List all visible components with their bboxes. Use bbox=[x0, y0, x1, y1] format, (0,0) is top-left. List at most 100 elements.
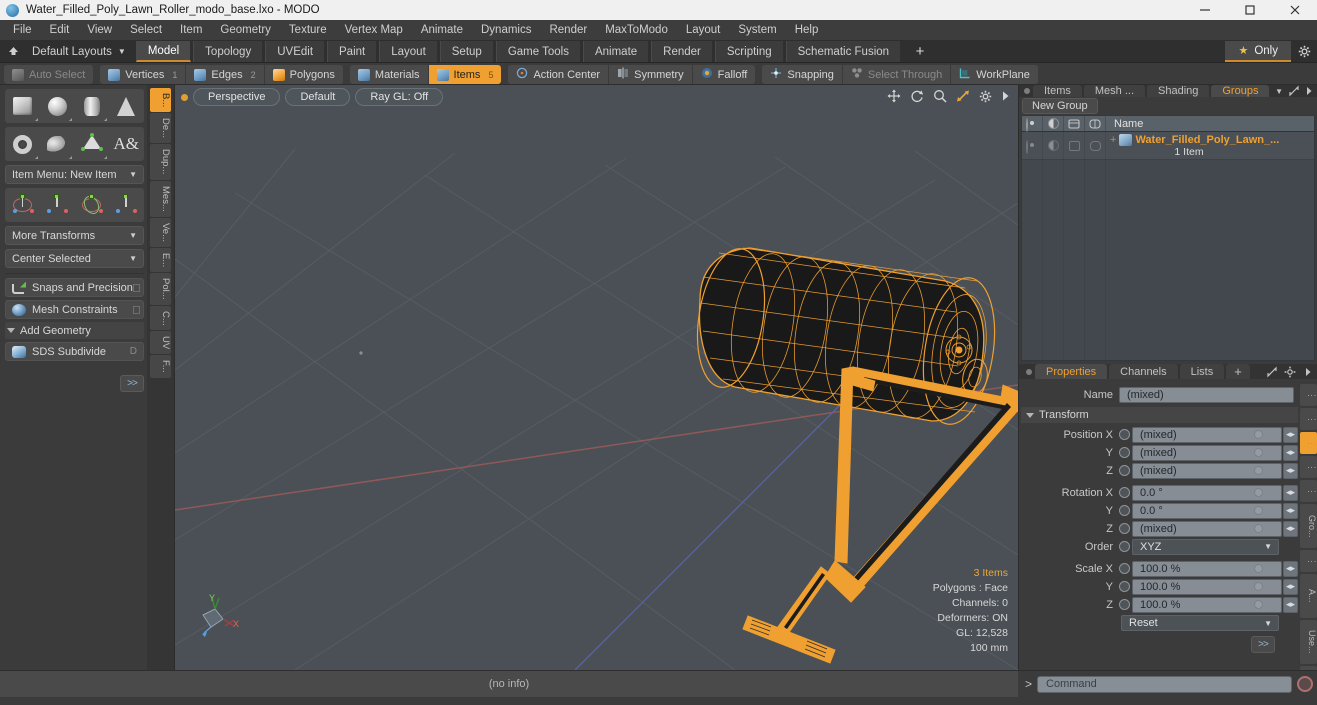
record-icon[interactable] bbox=[1297, 676, 1313, 692]
pvt-spacer-4[interactable]: ⋮ bbox=[1300, 480, 1317, 502]
only-toggle[interactable]: ★ Only bbox=[1225, 41, 1291, 62]
viewport-3d[interactable]: Perspective Default Ray GL: Off 3 Items … bbox=[175, 85, 1018, 670]
tab-channels[interactable]: Channels bbox=[1109, 364, 1178, 379]
snaps-and-precision-button[interactable]: Snaps and Precision bbox=[5, 278, 144, 297]
pvt-user[interactable]: Use... bbox=[1300, 620, 1317, 664]
tab-model[interactable]: Model bbox=[135, 41, 192, 62]
scale-tool[interactable] bbox=[75, 189, 109, 221]
minimize-button[interactable] bbox=[1182, 0, 1227, 20]
tab-shading[interactable]: Shading bbox=[1147, 85, 1210, 97]
vtab-vertex[interactable]: Ve... bbox=[150, 217, 171, 247]
menu-item-animate[interactable]: Animate bbox=[412, 20, 472, 40]
pan-icon[interactable] bbox=[887, 89, 901, 103]
rotation-x-radio[interactable] bbox=[1119, 487, 1130, 498]
vtab-fusion[interactable]: F... bbox=[150, 355, 171, 379]
properties-menu-arrow-icon[interactable] bbox=[1299, 364, 1317, 379]
menu-item-view[interactable]: View bbox=[78, 20, 121, 40]
text-tool[interactable]: A& bbox=[109, 128, 143, 160]
tab-mesh-ops[interactable]: Mesh ... bbox=[1083, 85, 1145, 97]
rotation-y-field[interactable]: 0.0 ° bbox=[1132, 502, 1282, 519]
position-x-stepper[interactable]: ◂▸ bbox=[1283, 426, 1298, 443]
pvt-spacer-2[interactable]: ⋮ bbox=[1300, 408, 1317, 430]
menu-item-item[interactable]: Item bbox=[171, 20, 211, 40]
position-x-radio[interactable] bbox=[1119, 429, 1130, 440]
position-y-radio[interactable] bbox=[1119, 447, 1130, 458]
position-y-stepper[interactable]: ◂▸ bbox=[1283, 444, 1298, 461]
position-z-field[interactable]: (mixed) bbox=[1132, 462, 1282, 479]
perspective-dropdown[interactable]: Perspective bbox=[193, 88, 281, 106]
panel-maximize-icon[interactable] bbox=[1287, 85, 1302, 97]
menu-item-help[interactable]: Help bbox=[786, 20, 828, 40]
position-x-field[interactable]: (mixed) bbox=[1132, 426, 1282, 443]
order-radio[interactable] bbox=[1119, 541, 1130, 552]
fit-icon[interactable] bbox=[956, 89, 970, 103]
tab-animate[interactable]: Animate bbox=[582, 41, 650, 62]
tab-scripting[interactable]: Scripting bbox=[714, 41, 784, 62]
tab-properties[interactable]: Properties bbox=[1035, 364, 1108, 379]
settings-gear-icon[interactable] bbox=[979, 90, 992, 103]
pvt-spacer-3[interactable]: ⋮ bbox=[1300, 456, 1317, 478]
expand-row-icon[interactable]: + bbox=[1110, 134, 1116, 146]
tab-schematic-fusion[interactable]: Schematic Fusion bbox=[785, 41, 902, 62]
scale-z-stepper[interactable]: ◂▸ bbox=[1283, 596, 1298, 613]
move-tool[interactable] bbox=[6, 189, 40, 221]
vtab-polygon[interactable]: Pol... bbox=[150, 272, 171, 305]
zoom-icon[interactable] bbox=[933, 89, 947, 103]
tab-game-tools[interactable]: Game Tools bbox=[495, 41, 581, 62]
tab-groups[interactable]: Groups bbox=[1211, 85, 1270, 97]
row-shading-toggle[interactable] bbox=[1043, 132, 1064, 159]
symmetry-button[interactable]: Symmetry bbox=[608, 65, 692, 84]
item-menu-dropdown[interactable]: Item Menu: New Item ▼ bbox=[5, 165, 144, 184]
scale-x-stepper[interactable]: ◂▸ bbox=[1283, 560, 1298, 577]
properties-expand-button[interactable]: >> bbox=[1251, 635, 1275, 653]
transform-section-header[interactable]: Transform bbox=[1021, 407, 1298, 423]
home-icon[interactable] bbox=[0, 41, 26, 62]
sds-subdivide-button[interactable]: SDS Subdivide D bbox=[5, 342, 144, 361]
pvt-attributes[interactable]: A... bbox=[1300, 574, 1317, 618]
workplane-button[interactable]: WorkPlane bbox=[950, 65, 1038, 84]
rotation-x-stepper[interactable]: ◂▸ bbox=[1283, 484, 1298, 501]
cylinder-tool[interactable] bbox=[75, 90, 109, 122]
scale-y-stepper[interactable]: ◂▸ bbox=[1283, 578, 1298, 595]
rotation-z-radio[interactable] bbox=[1119, 523, 1130, 534]
position-y-field[interactable]: (mixed) bbox=[1132, 444, 1282, 461]
command-input[interactable]: Command bbox=[1037, 675, 1292, 693]
menu-item-edit[interactable]: Edit bbox=[41, 20, 79, 40]
items-button[interactable]: Items 5 bbox=[427, 65, 502, 84]
pvt-spacer-5[interactable]: ⋮ bbox=[1300, 550, 1317, 572]
gear-icon[interactable] bbox=[1291, 41, 1317, 62]
position-z-stepper[interactable]: ◂▸ bbox=[1283, 462, 1298, 479]
maximize-button[interactable] bbox=[1227, 0, 1272, 20]
shading-dropdown[interactable]: Default bbox=[285, 88, 351, 106]
scale-x-radio[interactable] bbox=[1119, 563, 1130, 574]
panel-menu-arrow-icon[interactable] bbox=[1302, 85, 1317, 97]
row-visibility-toggle[interactable] bbox=[1022, 132, 1043, 159]
add-geometry-section[interactable]: Add Geometry bbox=[5, 322, 144, 339]
axis-gizmo[interactable]: Y X bbox=[189, 593, 245, 646]
center-selected-dropdown[interactable]: Center Selected ▼ bbox=[5, 249, 144, 268]
triangle-tool[interactable] bbox=[75, 128, 109, 160]
menu-item-select[interactable]: Select bbox=[121, 20, 171, 40]
vtab-curve[interactable]: C... bbox=[150, 305, 171, 331]
position-z-radio[interactable] bbox=[1119, 465, 1130, 476]
curve-tool[interactable] bbox=[40, 128, 74, 160]
rotation-x-field[interactable]: 0.0 ° bbox=[1132, 484, 1282, 501]
menu-item-dynamics[interactable]: Dynamics bbox=[472, 20, 540, 40]
raygl-dropdown[interactable]: Ray GL: Off bbox=[355, 88, 444, 106]
rotation-y-stepper[interactable]: ◂▸ bbox=[1283, 502, 1298, 519]
pvt-active[interactable]: ⋮ bbox=[1300, 432, 1317, 454]
materials-button[interactable]: Materials bbox=[349, 65, 428, 84]
vtab-deform[interactable]: De... bbox=[150, 113, 171, 144]
menu-item-vertex-map[interactable]: Vertex Map bbox=[336, 20, 412, 40]
rotation-y-radio[interactable] bbox=[1119, 505, 1130, 516]
vtab-edge[interactable]: E... bbox=[150, 247, 171, 272]
more-transforms-dropdown[interactable]: More Transforms ▼ bbox=[5, 226, 144, 245]
polygons-button[interactable]: Polygons bbox=[263, 65, 343, 84]
tab-layout[interactable]: Layout bbox=[379, 41, 438, 62]
close-button[interactable] bbox=[1272, 0, 1317, 20]
tab-topology[interactable]: Topology bbox=[193, 41, 264, 62]
scale-x-field[interactable]: 100.0 % bbox=[1132, 560, 1282, 577]
table-row[interactable]: + Water_Filled_Poly_Lawn_... 1 Item bbox=[1022, 132, 1314, 160]
cube-tool[interactable] bbox=[6, 90, 40, 122]
rotate-icon[interactable] bbox=[910, 89, 924, 103]
